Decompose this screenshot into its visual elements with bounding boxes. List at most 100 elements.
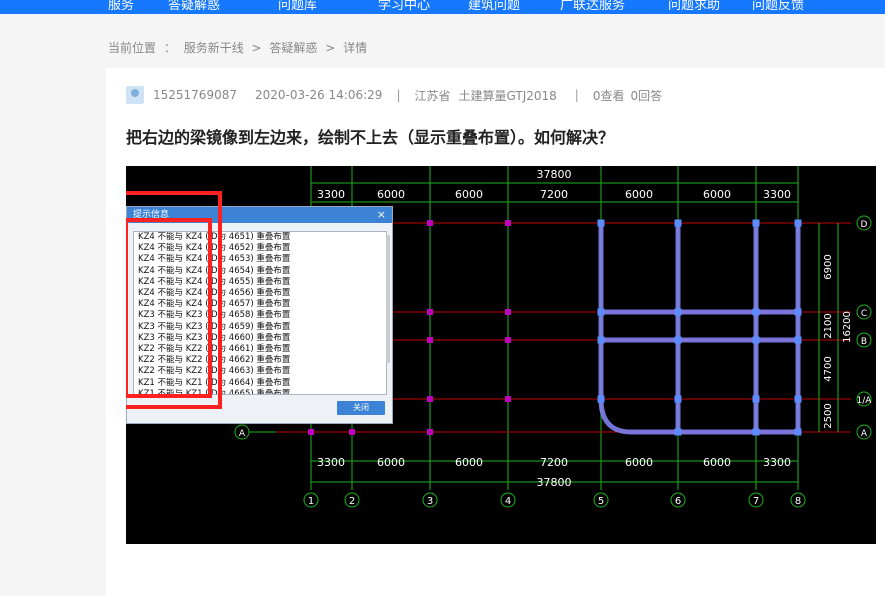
right-total-dimension: 16200 — [842, 311, 853, 343]
left-axis-label: A — [239, 429, 246, 439]
column-marker — [349, 429, 355, 435]
span-dimension-bottom: 3300 — [763, 456, 791, 469]
axis-number: 8 — [795, 496, 801, 507]
row-axis-label: B — [861, 337, 867, 347]
axis-number: 1 — [308, 496, 314, 507]
axis-number: 5 — [598, 496, 604, 507]
column-marker — [427, 337, 433, 343]
meta-divider: | — [574, 88, 579, 102]
span-dimension-top: 7200 — [540, 188, 568, 201]
column-marker — [674, 428, 682, 436]
axis-number: 2 — [349, 496, 355, 507]
nav-item[interactable]: 问题库 — [278, 0, 317, 13]
row-axis-label: C — [861, 309, 867, 319]
close-button[interactable]: 关闭 — [337, 401, 385, 415]
column-marker — [752, 428, 760, 436]
column-marker — [794, 428, 802, 436]
right-span-dimension: 4700 — [823, 356, 834, 381]
span-dimension-bottom: 6000 — [703, 456, 731, 469]
column-marker — [752, 395, 760, 403]
beam-layout — [598, 223, 801, 435]
meta-divider: | — [396, 88, 401, 102]
post-answers: 0回答 — [630, 88, 663, 103]
column-marker — [794, 308, 802, 316]
nav-item[interactable]: 学习中心 — [378, 0, 430, 13]
right-span-dimension: 2100 — [823, 313, 834, 338]
nav-item[interactable]: 建筑问题 — [468, 0, 520, 13]
right-span-dimension: 6900 — [823, 254, 834, 279]
span-dimension-top: 6000 — [625, 188, 653, 201]
span-dimension-top: 6000 — [703, 188, 731, 201]
column-marker — [674, 219, 682, 227]
axis-number: 6 — [675, 496, 681, 507]
span-dimension-bottom: 6000 — [455, 456, 483, 469]
top-navigation: 服务 答疑解惑 问题库 学习中心 建筑问题 广联达服务 问题求助 问题反馈 — [0, 0, 885, 14]
column-marker — [427, 309, 433, 315]
breadcrumb-separator: > — [325, 41, 336, 55]
row-axis-label: A — [861, 429, 868, 439]
breadcrumb: 当前位置 ： 服务新干线 > 答疑解惑 > 详情 — [108, 39, 367, 56]
column-marker — [794, 219, 802, 227]
nav-item[interactable]: 问题反馈 — [752, 0, 804, 13]
span-dimension-top: 3300 — [763, 188, 791, 201]
column-marker — [505, 337, 511, 343]
axis-number: 7 — [753, 496, 759, 507]
column-marker — [597, 308, 605, 316]
highlight-box-inner — [126, 218, 212, 398]
question-title: 把右边的梁镜像到左边来，绘制不上去（显示重叠布置）。如何解决？ — [126, 128, 615, 147]
column-marker — [674, 395, 682, 403]
post-datetime: 2020-03-26 14:06:29 — [254, 88, 383, 102]
nav-item[interactable]: 广联达服务 — [560, 0, 625, 13]
total-dimension-bottom: 37800 — [537, 476, 572, 489]
axis-number: 3 — [427, 496, 433, 507]
post-region: 江苏省 — [414, 88, 451, 103]
nav-item[interactable]: 服务 — [108, 0, 134, 13]
post-meta: 15251769087 2020-03-26 14:06:29 | 江苏省 土建… — [126, 86, 662, 104]
nav-item[interactable]: 问题求助 — [668, 0, 720, 13]
span-dimension-bottom: 6000 — [625, 456, 653, 469]
breadcrumb-separator: > — [251, 41, 262, 55]
column-marker — [427, 396, 433, 402]
right-span-dimension: 2500 — [823, 403, 834, 428]
question-card: 15251769087 2020-03-26 14:06:29 | 江苏省 土建… — [106, 68, 885, 596]
column-marker — [505, 220, 511, 226]
column-marker — [752, 336, 760, 344]
column-marker — [674, 308, 682, 316]
curved-beam — [598, 398, 632, 435]
column-marker — [505, 309, 511, 315]
column-marker — [794, 395, 802, 403]
column-marker — [597, 395, 605, 403]
breadcrumb-current: 详情 — [343, 41, 368, 55]
span-dimension-bottom: 6000 — [377, 456, 405, 469]
close-icon[interactable]: × — [377, 207, 386, 223]
breadcrumb-label: 当前位置 — [108, 41, 157, 55]
column-marker — [752, 308, 760, 316]
breadcrumb-link-qa[interactable]: 答疑解惑 — [269, 41, 317, 55]
column-marker — [794, 336, 802, 344]
total-dimension-top: 37800 — [537, 168, 572, 181]
span-dimension-bottom: 3300 — [317, 456, 345, 469]
span-dimension-bottom: 7200 — [540, 456, 568, 469]
axis-number: 4 — [505, 496, 511, 507]
span-dimension-top: 6000 — [455, 188, 483, 201]
post-user[interactable]: 15251769087 — [153, 88, 237, 102]
column-marker — [597, 219, 605, 227]
column-marker — [597, 336, 605, 344]
breadcrumb-link-service[interactable]: 服务新干线 — [184, 41, 244, 55]
column-marker — [752, 219, 760, 227]
column-marker — [308, 429, 314, 435]
breadcrumb-colon: ： — [163, 41, 176, 55]
nav-item[interactable]: 答疑解惑 — [168, 0, 220, 13]
row-axis-label: 1/A — [857, 396, 873, 406]
span-dimension-top: 3300 — [317, 188, 345, 201]
post-views: 0查看 — [592, 88, 625, 103]
post-product: 土建算量GTJ2018 — [458, 88, 557, 103]
column-marker — [427, 429, 433, 435]
avatar[interactable] — [126, 86, 144, 104]
span-dimension-top: 6000 — [377, 188, 405, 201]
column-marker — [505, 396, 511, 402]
scrollbar[interactable] — [386, 235, 390, 363]
column-marker — [427, 220, 433, 226]
row-axis-label: D — [861, 220, 868, 230]
cad-screenshot: 1 2 3 4 5 6 7 8 D C B 1/A A A 37800 37800 3300 3300 6000 60… — [126, 166, 876, 544]
